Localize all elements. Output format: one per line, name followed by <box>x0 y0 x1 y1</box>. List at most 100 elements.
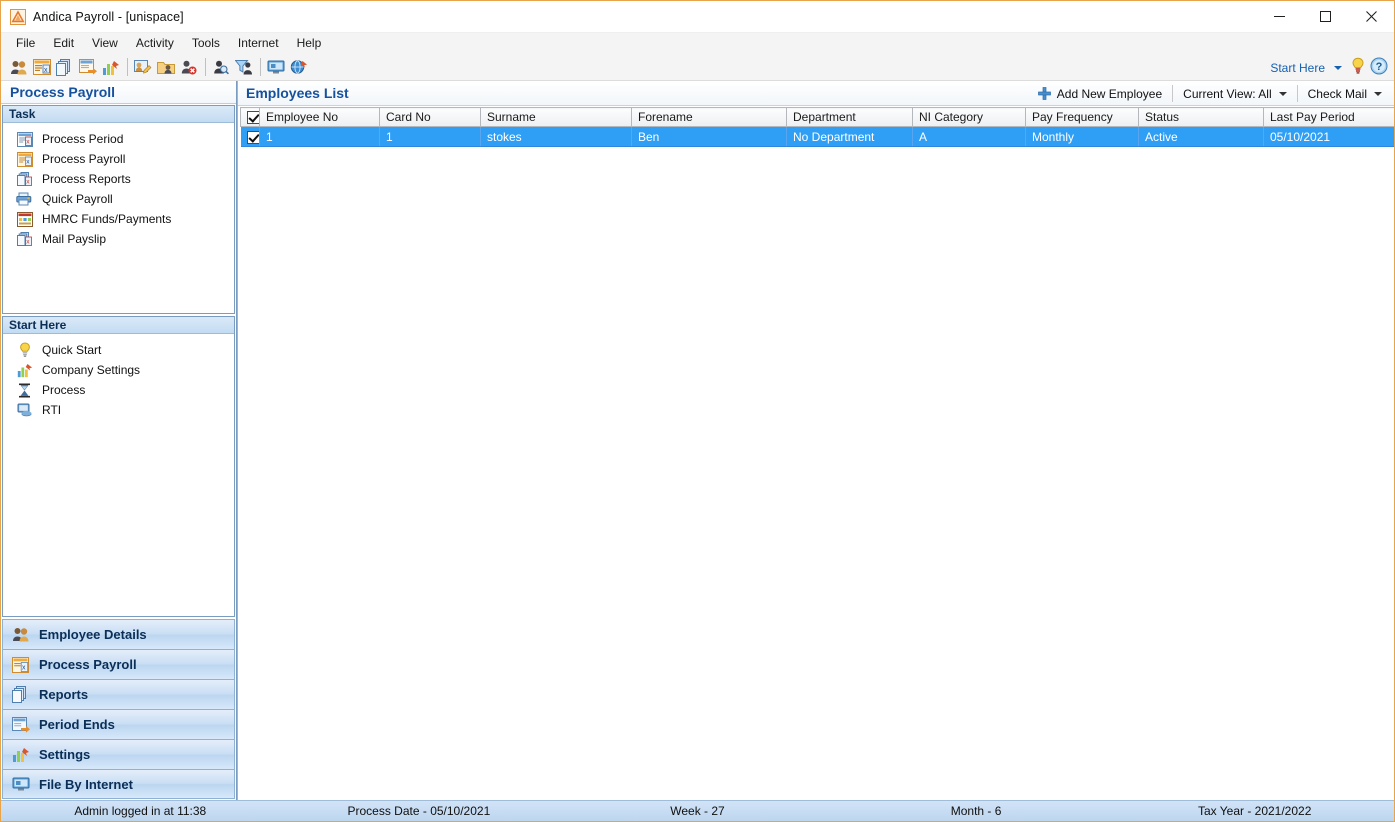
current-view-label: Current View: All <box>1183 87 1271 101</box>
filter-employee-icon[interactable] <box>233 57 254 77</box>
lightbulb-icon[interactable] <box>1350 57 1366 78</box>
status-process-date: Process Date - 05/10/2021 <box>280 804 559 818</box>
toolbar-separator <box>205 58 206 76</box>
sidebar-nav-buttons: Employee Details x Process Payroll <box>1 619 236 800</box>
column-header-ni-category[interactable]: NI Category <box>913 108 1026 127</box>
employees-icon[interactable] <box>8 57 29 77</box>
column-header-employee-no[interactable]: Employee No <box>260 108 380 127</box>
status-month: Month - 6 <box>837 804 1116 818</box>
employees-grid: Employee No Card No Surname Forename Dep… <box>240 107 1394 147</box>
current-view-dropdown[interactable]: Current View: All <box>1175 83 1294 104</box>
column-header-surname[interactable]: Surname <box>481 108 632 127</box>
nav-button-label: Settings <box>39 747 90 762</box>
sidebar-item-process-payroll[interactable]: x Process Payroll <box>3 149 234 169</box>
internet-globe-icon[interactable] <box>288 57 309 77</box>
sidebar-item-quick-payroll[interactable]: Quick Payroll <box>3 189 234 209</box>
row-checkbox[interactable] <box>247 131 260 144</box>
sidebar-item-rti[interactable]: RTI <box>3 400 234 420</box>
status-week: Week - 27 <box>558 804 837 818</box>
main-header: Employees List Add New Employee <box>238 81 1394 106</box>
toolbar: x <box>1 54 1394 81</box>
help-question-icon[interactable]: ? <box>1370 57 1388 78</box>
nav-button-period-ends[interactable]: Period Ends <box>2 709 235 739</box>
window-controls <box>1256 1 1394 32</box>
sidebar-item-label: Process <box>42 383 85 397</box>
column-header-status[interactable]: Status <box>1139 108 1264 127</box>
check-mail-dropdown[interactable]: Check Mail <box>1300 83 1390 104</box>
sidebar-item-label: Company Settings <box>42 363 140 377</box>
menu-edit[interactable]: Edit <box>44 33 83 54</box>
company-settings-icon <box>16 362 33 378</box>
cell-department: No Department <box>787 127 913 147</box>
cell-card-no: 1 <box>380 127 481 147</box>
minimize-button[interactable] <box>1256 1 1302 32</box>
toolbar-separator <box>260 58 261 76</box>
column-header-pay-frequency[interactable]: Pay Frequency <box>1026 108 1139 127</box>
select-all-header[interactable] <box>241 108 260 127</box>
sidebar-item-label: Process Reports <box>42 172 131 186</box>
column-header-department[interactable]: Department <box>787 108 913 127</box>
nav-button-employee-details[interactable]: Employee Details <box>2 619 235 649</box>
column-header-card-no[interactable]: Card No <box>380 108 481 127</box>
menu-tools[interactable]: Tools <box>183 33 229 54</box>
close-button[interactable] <box>1348 1 1394 32</box>
menu-file[interactable]: File <box>7 33 44 54</box>
period-ends-icon[interactable] <box>77 57 98 77</box>
svg-text:?: ? <box>1376 61 1383 73</box>
rti-icon <box>16 402 33 418</box>
nav-button-label: Period Ends <box>39 717 115 732</box>
column-header-last-pay-period[interactable]: Last Pay Period <box>1264 108 1395 127</box>
sidebar-group-start-here-title: Start Here <box>3 317 234 334</box>
nav-button-settings[interactable]: Settings <box>2 739 235 769</box>
maximize-button[interactable] <box>1302 1 1348 32</box>
nav-button-reports[interactable]: Reports <box>2 679 235 709</box>
chevron-down-icon <box>1374 92 1382 96</box>
add-new-employee-button[interactable]: Add New Employee <box>1030 83 1170 104</box>
sidebar-item-company-settings[interactable]: Company Settings <box>3 360 234 380</box>
header-separator <box>1172 85 1173 102</box>
sidebar-item-quick-start[interactable]: Quick Start <box>3 340 234 360</box>
menu-activity[interactable]: Activity <box>127 33 183 54</box>
employee-folder-icon[interactable] <box>155 57 176 77</box>
title-bar: Andica Payroll - [unispace] <box>1 1 1394 32</box>
status-tax-year: Tax Year - 2021/2022 <box>1115 804 1394 818</box>
start-here-link[interactable]: Start Here <box>1270 61 1325 75</box>
sidebar-item-label: Quick Payroll <box>42 192 113 206</box>
table-row[interactable]: 1 1 stokes Ben No Department A Monthly A… <box>241 127 1395 147</box>
menu-internet[interactable]: Internet <box>229 33 288 54</box>
toolbar-separator <box>127 58 128 76</box>
sidebar-item-process-reports[interactable]: x Process Reports <box>3 169 234 189</box>
header-separator <box>1297 85 1298 102</box>
sidebar-start-here-list: Quick Start Company <box>3 334 234 616</box>
status-bar: Admin logged in at 11:38 Process Date - … <box>1 800 1394 821</box>
window-title: Andica Payroll - [unispace] <box>33 10 184 24</box>
check-mail-label: Check Mail <box>1308 87 1367 101</box>
select-all-checkbox[interactable] <box>247 111 260 124</box>
sidebar: Process Payroll Task <box>1 81 237 800</box>
chevron-down-icon[interactable] <box>1334 66 1342 70</box>
sidebar-item-process-period[interactable]: x Process Period <box>3 129 234 149</box>
sidebar-item-label: HMRC Funds/Payments <box>42 212 171 226</box>
menu-view[interactable]: View <box>83 33 127 54</box>
process-payroll-icon[interactable]: x <box>31 57 52 77</box>
column-header-forename[interactable]: Forename <box>632 108 787 127</box>
find-employee-icon[interactable] <box>210 57 231 77</box>
reports-copy-icon[interactable] <box>54 57 75 77</box>
nav-button-label: Reports <box>39 687 88 702</box>
nav-button-process-payroll[interactable]: x Process Payroll <box>2 649 235 679</box>
sidebar-item-hmrc-funds-payments[interactable]: HMRC Funds/Payments <box>3 209 234 229</box>
edit-employee-icon[interactable] <box>132 57 153 77</box>
delete-employee-icon[interactable] <box>178 57 199 77</box>
sidebar-item-mail-payslip[interactable]: x Mail Payslip <box>3 229 234 249</box>
body-area: Process Payroll Task <box>1 81 1394 800</box>
menu-help[interactable]: Help <box>288 33 331 54</box>
settings-chart-icon[interactable] <box>100 57 121 77</box>
cell-last-pay-period: 05/10/2021 <box>1264 127 1395 147</box>
nav-button-file-by-internet[interactable]: File By Internet <box>2 769 235 799</box>
file-by-internet-icon[interactable] <box>265 57 286 77</box>
sidebar-item-process[interactable]: Process <box>3 380 234 400</box>
sidebar-item-label: Mail Payslip <box>42 232 106 246</box>
reports-copy-icon <box>11 686 30 704</box>
cell-status: Active <box>1139 127 1264 147</box>
row-select-cell[interactable] <box>241 127 260 147</box>
